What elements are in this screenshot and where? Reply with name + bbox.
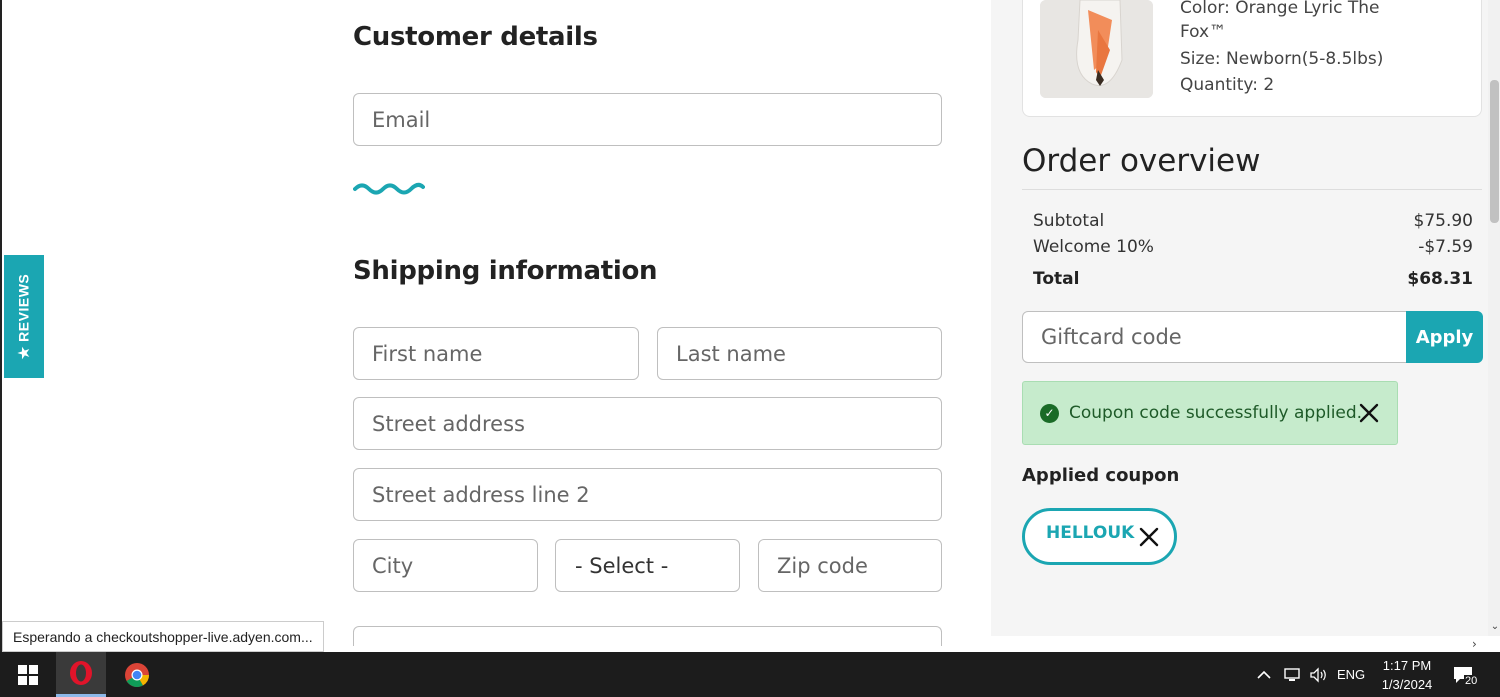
volume-icon[interactable] bbox=[1309, 652, 1329, 697]
browser-status-bubble: Esperando a checkoutshopper-live.adyen.c… bbox=[2, 621, 324, 652]
network-icon[interactable] bbox=[1283, 652, 1303, 697]
street-address-input[interactable] bbox=[372, 411, 941, 436]
reviews-tab-label: ★ REVIEWS bbox=[15, 273, 32, 360]
scrollbar-thumb[interactable] bbox=[1490, 80, 1499, 223]
email-input[interactable] bbox=[372, 107, 941, 132]
apply-button[interactable]: Apply bbox=[1406, 311, 1483, 363]
total-value: $68.31 bbox=[1407, 269, 1473, 289]
reviews-tab[interactable]: ★ REVIEWS bbox=[4, 255, 44, 378]
notification-center[interactable]: 20 bbox=[1452, 652, 1479, 697]
opera-icon bbox=[70, 661, 92, 685]
windows-logo-icon bbox=[17, 664, 38, 685]
street-address-field[interactable] bbox=[353, 397, 942, 450]
coupon-code: HELLOUK bbox=[1046, 523, 1135, 543]
summary-label: Subtotal bbox=[1033, 211, 1105, 231]
scroll-right-arrow-icon[interactable]: › bbox=[1472, 637, 1477, 651]
taskbar-clock[interactable]: 1:17 PM 1/3/2024 bbox=[1368, 656, 1446, 694]
product-color-line1: Color: Orange Lyric The bbox=[1180, 0, 1380, 18]
summary-label: Welcome 10% bbox=[1033, 237, 1154, 257]
alert-message: Coupon code successfully applied. bbox=[1069, 403, 1363, 423]
summary-value: $75.90 bbox=[1413, 211, 1473, 231]
zip-code-input[interactable] bbox=[777, 553, 941, 578]
status-text: Esperando a checkoutshopper-live.adyen.c… bbox=[13, 628, 313, 645]
zip-code-field[interactable] bbox=[758, 539, 942, 592]
product-size: Size: Newborn(5-8.5lbs) bbox=[1180, 49, 1384, 69]
summary-row-subtotal: Subtotal $75.90 bbox=[1033, 211, 1473, 231]
giftcard-input[interactable] bbox=[1041, 325, 1406, 349]
loading-wave-icon bbox=[353, 182, 425, 195]
giftcard-field[interactable] bbox=[1022, 311, 1407, 363]
clock-time: 1:17 PM bbox=[1382, 658, 1432, 673]
browser-viewport: ★ REVIEWS Customer details Shipping info… bbox=[0, 0, 1500, 652]
clock-date: 1/3/2024 bbox=[1381, 677, 1433, 692]
email-field[interactable] bbox=[353, 93, 942, 146]
remove-coupon-icon[interactable] bbox=[1138, 526, 1160, 548]
street-address-line2-input[interactable] bbox=[372, 482, 941, 507]
summary-row-total: Total $68.31 bbox=[1033, 269, 1473, 289]
total-label: Total bbox=[1033, 269, 1080, 289]
product-quantity: Quantity: 2 bbox=[1180, 75, 1275, 95]
scroll-down-arrow-icon[interactable]: ⌄ bbox=[1489, 620, 1500, 632]
product-image bbox=[1040, 0, 1153, 98]
shipping-information-heading: Shipping information bbox=[353, 256, 658, 286]
close-icon[interactable] bbox=[1357, 401, 1381, 425]
windows-taskbar: ENG 1:17 PM 1/3/2024 20 bbox=[0, 652, 1500, 697]
city-input[interactable] bbox=[372, 553, 537, 578]
next-field-partial[interactable] bbox=[353, 626, 942, 646]
order-overview-title: Order overview bbox=[1022, 143, 1261, 179]
notification-count: 20 bbox=[1464, 675, 1479, 687]
chrome-icon bbox=[125, 662, 149, 687]
taskbar-opera[interactable] bbox=[56, 652, 106, 697]
tray-overflow-icon[interactable] bbox=[1256, 652, 1272, 697]
language-indicator[interactable]: ENG bbox=[1337, 652, 1365, 697]
city-field[interactable] bbox=[353, 539, 538, 592]
last-name-field[interactable] bbox=[657, 327, 942, 380]
first-name-input[interactable] bbox=[372, 341, 638, 366]
applied-coupon-label: Applied coupon bbox=[1022, 465, 1180, 486]
product-color-line2: Fox™ bbox=[1180, 22, 1227, 42]
first-name-field[interactable] bbox=[353, 327, 639, 380]
state-select[interactable]: - Select - bbox=[555, 539, 740, 592]
start-button[interactable] bbox=[0, 652, 55, 697]
customer-details-heading: Customer details bbox=[353, 22, 598, 52]
street-address-line2-field[interactable] bbox=[353, 468, 942, 521]
summary-value: -$7.59 bbox=[1418, 237, 1473, 257]
summary-row-discount: Welcome 10% -$7.59 bbox=[1033, 237, 1473, 257]
applied-coupon-pill: HELLOUK bbox=[1022, 508, 1177, 565]
check-circle-icon: ✓ bbox=[1040, 403, 1059, 423]
taskbar-chrome[interactable] bbox=[112, 652, 162, 697]
coupon-success-alert: ✓ Coupon code successfully applied. bbox=[1022, 381, 1398, 445]
order-overview-divider bbox=[1022, 189, 1482, 190]
fox-swaddle-image bbox=[1040, 0, 1153, 98]
last-name-input[interactable] bbox=[676, 341, 941, 366]
state-select-value: - Select - bbox=[575, 553, 669, 578]
